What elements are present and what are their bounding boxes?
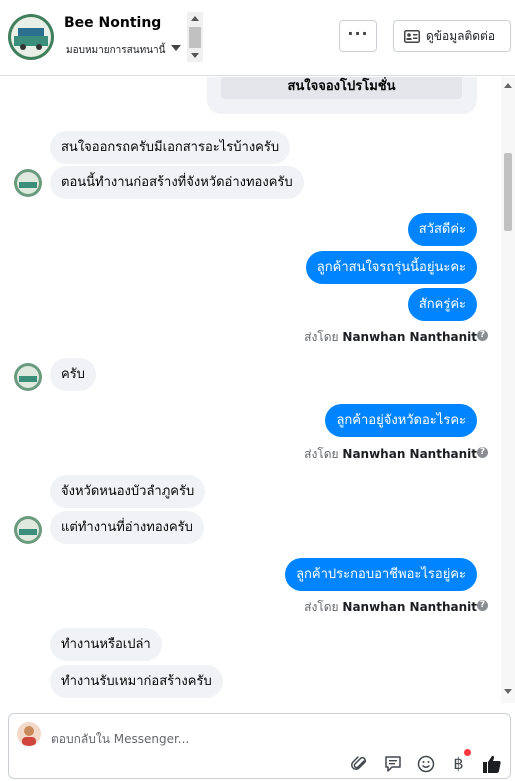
scroll-down-icon[interactable] (504, 689, 512, 694)
id-card-icon (404, 29, 420, 43)
header-scrollbar[interactable] (187, 12, 203, 62)
message-incoming[interactable]: จังหวัดหนองบัวลำภูครับ (50, 475, 206, 508)
agent-avatar (17, 722, 41, 746)
baht-icon[interactable]: ฿ (448, 749, 471, 774)
composer-toolbar: ฿ (349, 749, 502, 774)
promo-card-button[interactable]: สนใจจองโปรโมชั่น (221, 77, 462, 99)
more-options-button[interactable]: ··· (339, 20, 377, 52)
scroll-up-icon[interactable] (504, 83, 512, 88)
sent-by-prefix: ส่งโดย (304, 330, 339, 344)
saved-reply-icon[interactable] (382, 753, 403, 774)
view-contact-button[interactable]: ดูข้อมูลติดต่อ (393, 20, 511, 52)
message-incoming[interactable]: แต่ทำงานที่อ่างทองครับ (50, 511, 204, 544)
scroll-thumb[interactable] (189, 27, 201, 48)
sender-name: Nanwhan Nanthanit (342, 330, 477, 344)
thumbs-up-icon[interactable] (481, 753, 502, 774)
help-icon[interactable]: ? (477, 600, 488, 611)
sent-by-label: ส่งโดย Nanwhan Nanthanit (304, 445, 477, 464)
paperclip-icon[interactable] (349, 753, 370, 774)
promo-card: สนใจจองโปรโมชั่น (207, 77, 477, 114)
message-incoming[interactable]: ทำงานรับเหมาก่อสร้างครับ (50, 665, 223, 698)
help-icon[interactable]: ? (477, 330, 488, 341)
sender-name: Nanwhan Nanthanit (342, 447, 477, 461)
view-contact-label: ดูข้อมูลติดต่อ (426, 28, 496, 43)
message-outgoing[interactable]: ลูกค้าอยู่จังหวัดอะไรคะ (325, 404, 477, 437)
sender-name: Nanwhan Nanthanit (342, 600, 477, 614)
message-outgoing[interactable]: ลูกค้าสนใจรถรุ่นนี้อยู่นะคะ (305, 251, 477, 284)
page-avatar[interactable] (8, 14, 54, 60)
message-incoming[interactable]: ตอนนี้ทำงานก่อสร้างที่จังหวัดอ่างทองครับ (50, 166, 304, 199)
emoji-icon[interactable] (415, 753, 436, 774)
sent-by-prefix: ส่งโดย (304, 600, 339, 614)
caret-down-icon[interactable] (171, 45, 181, 51)
chat-scrollbar[interactable] (501, 77, 515, 703)
scroll-down-icon[interactable] (191, 53, 199, 58)
message-outgoing[interactable]: สักครู่ค่ะ (407, 288, 477, 321)
sent-by-label: ส่งโดย Nanwhan Nanthanit (304, 328, 477, 347)
conversation-header: Bee Nonting มอบหมายการสนทนานี้ ··· ดูข้อ… (0, 0, 515, 76)
message-thread[interactable]: สนใจจองโปรโมชั่น สนใจออกรถครับมีเอกสารอะ… (0, 77, 515, 703)
help-icon[interactable]: ? (477, 447, 488, 458)
message-incoming[interactable]: ครับ (50, 358, 96, 391)
reply-input[interactable]: ตอบกลับใน Messenger... (51, 730, 189, 749)
message-outgoing[interactable]: สวัสดีค่ะ (407, 213, 477, 246)
customer-avatar[interactable] (14, 516, 42, 544)
customer-avatar[interactable] (14, 169, 42, 197)
sent-by-prefix: ส่งโดย (304, 447, 339, 461)
sent-by-label: ส่งโดย Nanwhan Nanthanit (304, 598, 477, 617)
message-incoming[interactable]: สนใจออกรถครับมีเอกสารอะไรบ้างครับ (50, 131, 291, 164)
reply-composer[interactable]: ตอบกลับใน Messenger... ฿ (8, 713, 511, 779)
scroll-up-icon[interactable] (191, 16, 199, 21)
message-outgoing[interactable]: ลูกค้าประกอบอาชีพอะไรอยู่คะ (285, 558, 477, 591)
scroll-thumb[interactable] (504, 153, 512, 231)
message-incoming[interactable]: ทำงานหรือเปล่า (50, 628, 162, 661)
page-name[interactable]: Bee Nonting (64, 15, 161, 31)
notification-dot (464, 749, 471, 756)
customer-avatar[interactable] (14, 363, 42, 391)
assign-conversation-dropdown[interactable]: มอบหมายการสนทนานี้ (66, 43, 165, 58)
